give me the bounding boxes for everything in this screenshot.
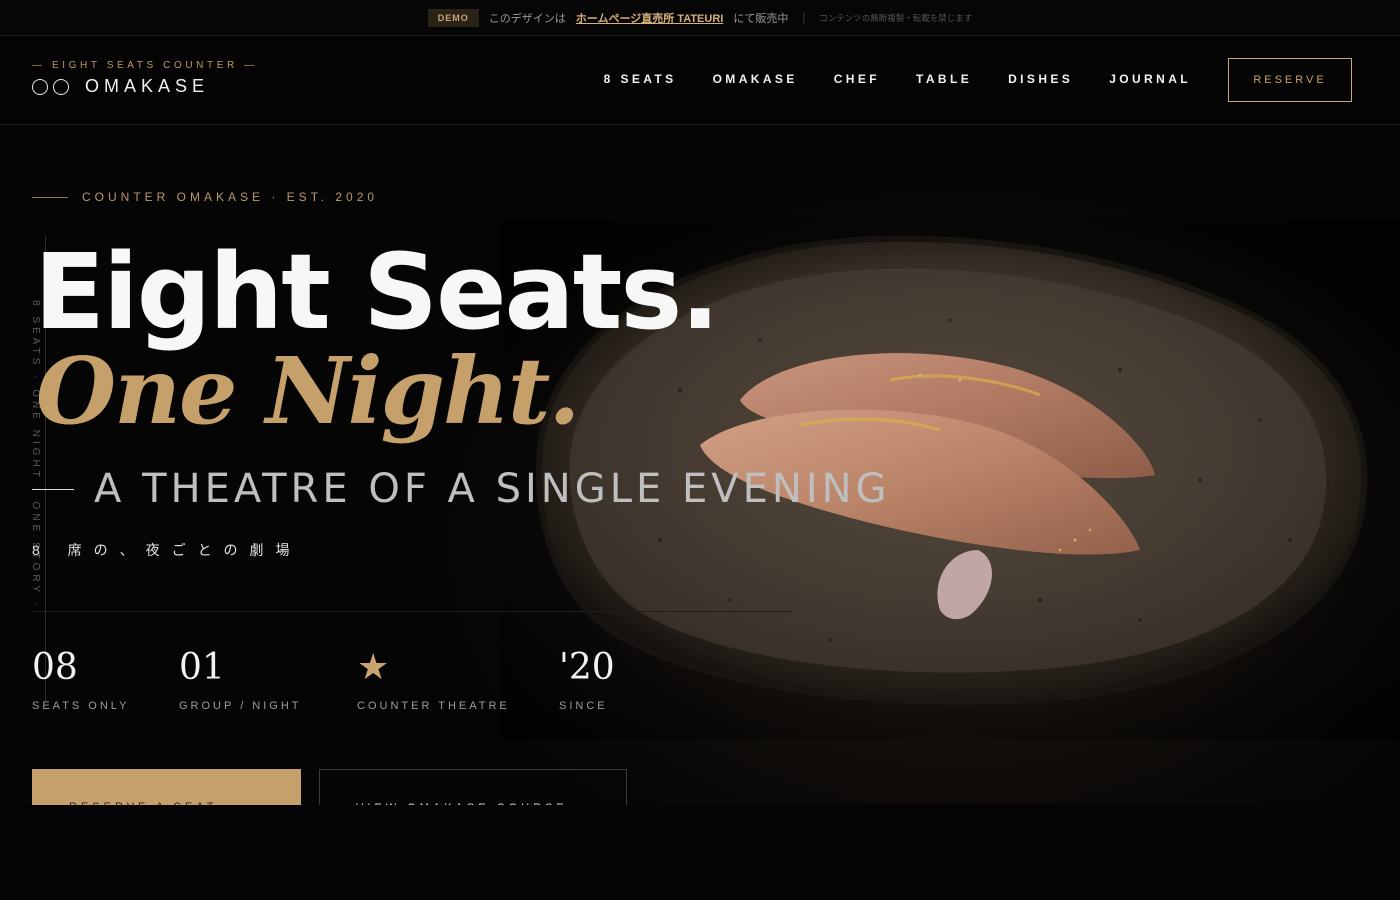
nav-item-chef[interactable]: CHEF (834, 72, 880, 86)
nav-item-8-seats[interactable]: 8 SEATS (604, 72, 677, 86)
star-icon: ★ (357, 647, 390, 688)
stat-label: COUNTER THEATRE (357, 699, 510, 712)
hero-eyebrow: COUNTER OMAKASE · EST. 2020 (32, 190, 378, 204)
circle-icon (32, 78, 48, 95)
stat-value: 08 (32, 647, 78, 688)
page: DEMO このデザインは ホームページ直売所 TATEURI にて販売中 | コ… (0, 0, 1400, 900)
circle-icon (53, 78, 69, 95)
stat-since: '20 SINCE (559, 648, 615, 712)
nav-item-omakase[interactable]: OMAKASE (713, 72, 798, 86)
eyebrow-line (32, 196, 68, 198)
nav-item-table[interactable]: TABLE (916, 72, 972, 86)
tagline-line (32, 488, 74, 490)
stat-theatre: ★ COUNTER THEATRE (357, 648, 510, 712)
reserve-seat-button[interactable]: RESERVE A SEAT → (32, 769, 301, 805)
page-bottom (0, 805, 1400, 900)
stat-value: 01 (179, 647, 225, 688)
nav-item-dishes[interactable]: DISHES (1008, 72, 1073, 86)
tateuri-link[interactable]: ホームページ直売所 TATEURI (576, 10, 724, 26)
brand-logo[interactable]: OMAKASE (32, 76, 209, 97)
demo-note: コンテンツの無断複製・転載を禁じます (819, 12, 973, 23)
brand-subtitle: — EIGHT SEATS COUNTER — (32, 60, 258, 71)
hero-title-line-2: One Night. (36, 337, 580, 445)
hero-divider (32, 611, 792, 612)
brand-name: OMAKASE (85, 76, 210, 96)
main-nav: 8 SEATS OMAKASE CHEF TABLE DISHES JOURNA… (604, 72, 1191, 86)
demo-bar: DEMO このデザインは ホームページ直売所 TATEURI にて販売中 | コ… (0, 0, 1400, 36)
nav-item-journal[interactable]: JOURNAL (1109, 72, 1191, 86)
demo-badge: DEMO (427, 8, 479, 27)
stat-value: '20 (559, 647, 615, 688)
stat-label: SINCE (559, 699, 608, 712)
hero-cta-group: RESERVE A SEAT → VIEW OMAKASE COURSE (32, 769, 652, 805)
stat-label: GROUP / NIGHT (179, 699, 302, 712)
eyebrow-text: COUNTER OMAKASE · EST. 2020 (82, 190, 379, 204)
demo-text-before: このデザインは (488, 12, 566, 25)
demo-separator: | (802, 11, 806, 24)
hero-tagline: A THEATRE OF A SINGLE EVENING (32, 466, 891, 512)
stat-label: SEATS ONLY (32, 699, 130, 712)
stat-group: 01 GROUP / NIGHT (179, 648, 302, 712)
reserve-button[interactable]: RESERVE (1228, 58, 1352, 102)
demo-text-after: にて販売中 (733, 12, 789, 25)
stat-seats: 08 SEATS ONLY (32, 648, 129, 712)
tagline-text: A THEATRE OF A SINGLE EVENING (94, 466, 891, 512)
view-course-button[interactable]: VIEW OMAKASE COURSE (319, 769, 627, 805)
site-header: — EIGHT SEATS COUNTER — OMAKASE 8 SEATS … (0, 36, 1400, 125)
brand-circles-icon (32, 78, 69, 95)
tagline-japanese: 8 席の、夜ごとの劇場 (32, 542, 302, 558)
